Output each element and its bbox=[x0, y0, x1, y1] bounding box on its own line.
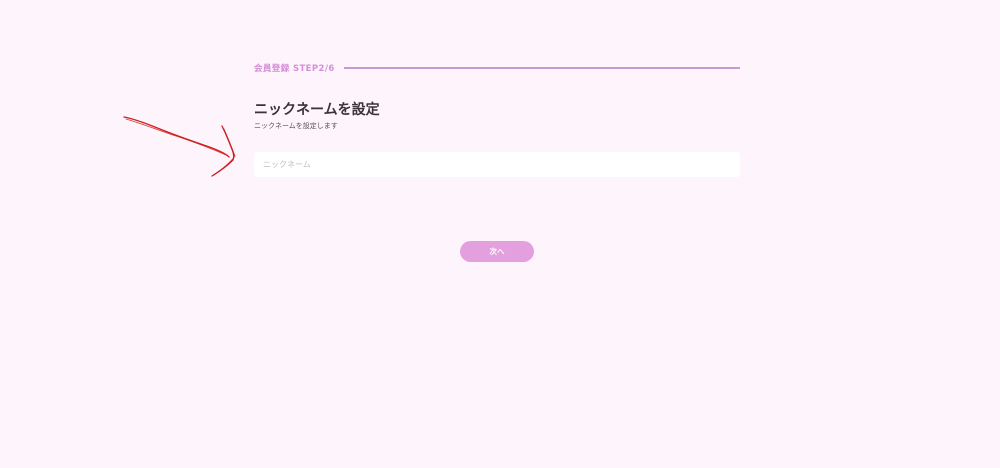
page-title: ニックネームを設定 bbox=[254, 102, 380, 118]
page-subtitle: ニックネームを設定します bbox=[254, 122, 338, 130]
next-button[interactable]: 次へ bbox=[460, 241, 534, 262]
step-indicator: 会員登録 STEP2/6 bbox=[254, 61, 740, 75]
step-progress-line bbox=[343, 67, 740, 69]
nickname-input[interactable] bbox=[254, 152, 740, 177]
step-label: 会員登録 STEP2/6 bbox=[254, 64, 335, 74]
